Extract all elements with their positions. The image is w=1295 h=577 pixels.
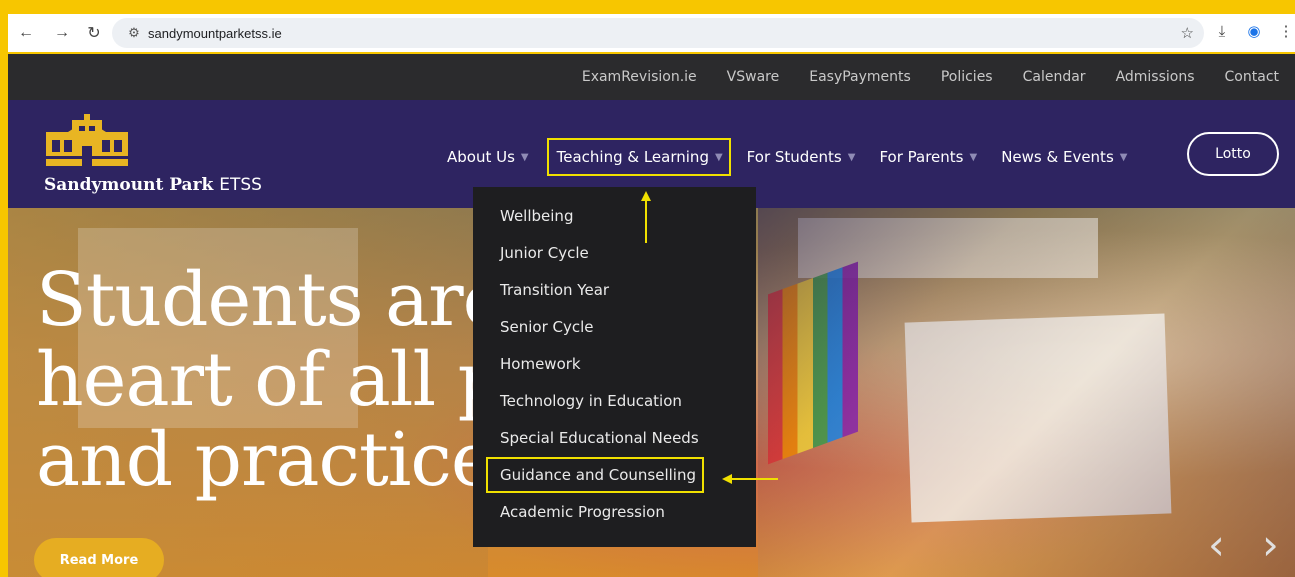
dropdown-item-senior-cycle[interactable]: Senior Cycle [473,318,756,355]
nav-for-parents[interactable]: For Parents ▼ [879,148,977,166]
site-settings-icon[interactable]: ⚙ [120,25,148,41]
chevron-down-icon: ▼ [1119,151,1128,163]
dropdown-item-technology-in-education[interactable]: Technology in Education [473,392,756,429]
star-icon[interactable]: ☆ [1181,24,1194,42]
topbar-link-examrevision[interactable]: ExamRevision.ie [582,69,697,85]
nav-about-us-label: About Us [447,148,515,166]
school-logo[interactable]: Sandymount Park ETSS [44,114,262,195]
chevron-down-icon: ▼ [847,151,856,163]
highlight-box [486,457,704,493]
nav-teaching-learning[interactable]: Teaching & Learning ▼ [546,138,731,176]
download-icon[interactable]: ⤓ [1213,23,1231,40]
menu-icon[interactable]: ⋮ [1277,22,1295,40]
dropdown-item-academic-progression[interactable]: Academic Progression [473,503,756,540]
teaching-learning-dropdown: Wellbeing Junior Cycle Transition Year S… [473,187,756,547]
carousel-prev-icon[interactable]: ‹ [1208,520,1225,569]
dropdown-item-guidance-counselling[interactable]: Guidance and Counselling [473,457,756,503]
nav-teaching-learning-label: Teaching & Learning [556,148,709,166]
topbar-link-vsware[interactable]: VSware [727,69,780,85]
read-more-button[interactable]: Read More [34,538,164,577]
topbar-link-contact[interactable]: Contact [1225,69,1279,85]
topbar-link-easypayments[interactable]: EasyPayments [809,69,911,85]
hero-title-line1: Students are [36,257,506,343]
dropdown-item-transition-year[interactable]: Transition Year [473,281,756,318]
hero-title-line3: and practice [36,417,495,503]
annotation-arrow-up-icon [641,191,651,243]
chevron-down-icon: ▼ [520,151,529,163]
reload-icon[interactable]: ↻ [82,21,106,45]
chevron-down-icon: ▼ [714,151,723,163]
utility-bar: ExamRevision.ie VSware EasyPayments Poli… [8,54,1295,100]
topbar-link-calendar[interactable]: Calendar [1023,69,1086,85]
nav-about-us[interactable]: About Us ▼ [447,148,529,166]
hero-title-line2: heart of all p [36,337,505,423]
school-name-light: ETSS [219,175,262,195]
hero-title: Students are heart of all p and practice [36,257,506,503]
nav-news-events[interactable]: News & Events ▼ [1001,148,1127,166]
website: ExamRevision.ie VSware EasyPayments Poli… [8,54,1295,577]
nav-for-students-label: For Students [746,148,842,166]
lotto-button[interactable]: Lotto [1187,132,1279,176]
topbar-link-admissions[interactable]: Admissions [1116,69,1195,85]
nav-for-parents-label: For Parents [879,148,964,166]
chevron-down-icon: ▼ [969,151,978,163]
dropdown-item-homework[interactable]: Homework [473,355,756,392]
dropdown-item-junior-cycle[interactable]: Junior Cycle [473,244,756,281]
main-nav: About Us ▼ Teaching & Learning ▼ For Stu… [447,138,1127,176]
nav-news-events-label: News & Events [1001,148,1114,166]
school-name-bold: Sandymount Park [44,175,214,195]
dropdown-item-wellbeing[interactable]: Wellbeing [473,207,756,244]
browser-toolbar: ← → ↻ ⚙ sandymountparketss.ie ☆ ⤓ ◉ ⋮ [8,14,1295,52]
school-name: Sandymount Park ETSS [44,175,262,195]
url-text[interactable]: sandymountparketss.ie [148,26,282,41]
nav-for-students[interactable]: For Students ▼ [747,148,856,166]
carousel-next-icon[interactable]: › [1262,520,1279,569]
topbar-link-policies[interactable]: Policies [941,69,993,85]
annotation-arrow-left-icon [722,474,778,484]
forward-icon[interactable]: → [50,21,74,45]
back-icon[interactable]: ← [14,21,38,45]
profile-icon[interactable]: ◉ [1245,22,1263,40]
address-bar[interactable]: ⚙ sandymountparketss.ie ☆ [112,18,1204,48]
school-building-icon [46,114,128,166]
